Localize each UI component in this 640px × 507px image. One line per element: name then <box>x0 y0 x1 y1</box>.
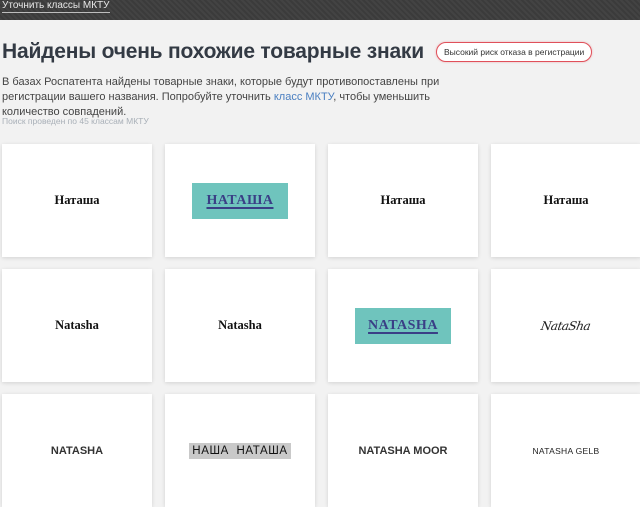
trademark-text: Natasha <box>55 318 99 332</box>
trademark-text: НАТАША <box>206 192 274 208</box>
trademark-card[interactable]: Наташа <box>491 144 640 257</box>
trademark-text: NATASHA MOOR <box>358 444 448 457</box>
trademark-card[interactable]: Наташа <box>328 144 478 257</box>
trademark-text: Наташа <box>380 193 426 207</box>
search-note: Поиск проведен по 45 классам МКТУ <box>2 116 149 126</box>
refine-classes-link[interactable]: Уточнить классы МКТУ <box>2 0 110 13</box>
trademark-logo: НАША НАТАША <box>189 442 291 459</box>
trademark-card[interactable]: NATASHA MOOR <box>328 394 478 507</box>
description: В базах Роспатента найдены товарные знак… <box>2 75 472 120</box>
mktu-class-link[interactable]: класс МКТУ <box>274 91 333 103</box>
trademark-card[interactable]: NataSha <box>491 269 640 382</box>
trademark-text: Наташа <box>543 193 589 207</box>
trademark-card[interactable]: Natasha <box>2 269 152 382</box>
trademark-text: NATASHA GELB <box>532 445 600 456</box>
trademark-card[interactable]: НАША НАТАША <box>165 394 315 507</box>
trademark-logo: NATASHA <box>355 307 451 344</box>
trademark-text: NataSha <box>540 318 592 333</box>
trademark-card[interactable]: Natasha <box>165 269 315 382</box>
trademark-card[interactable]: NATASHA <box>328 269 478 382</box>
trademark-text: НАША НАТАША <box>192 444 288 457</box>
trademark-card[interactable]: Наташа <box>2 144 152 257</box>
trademark-card[interactable]: NATASHA GELB <box>491 394 640 507</box>
trademark-text: Наташа <box>54 193 100 207</box>
trademark-card[interactable]: NATASHA <box>2 394 152 507</box>
page-title: Найдены очень похожие товарные знаки <box>2 40 424 63</box>
top-bar: Уточнить классы МКТУ <box>0 0 640 20</box>
trademark-text: NATASHA <box>50 444 104 457</box>
trademark-text: Natasha <box>218 318 262 332</box>
risk-badge: Высокий риск отказа в регистрации <box>435 42 593 62</box>
heading-row: Найдены очень похожие товарные знаки Выс… <box>2 40 593 64</box>
trademark-text: NATASHA <box>368 317 438 333</box>
trademark-card[interactable]: НАТАША <box>165 144 315 257</box>
trademark-logo: НАТАША <box>192 182 288 219</box>
